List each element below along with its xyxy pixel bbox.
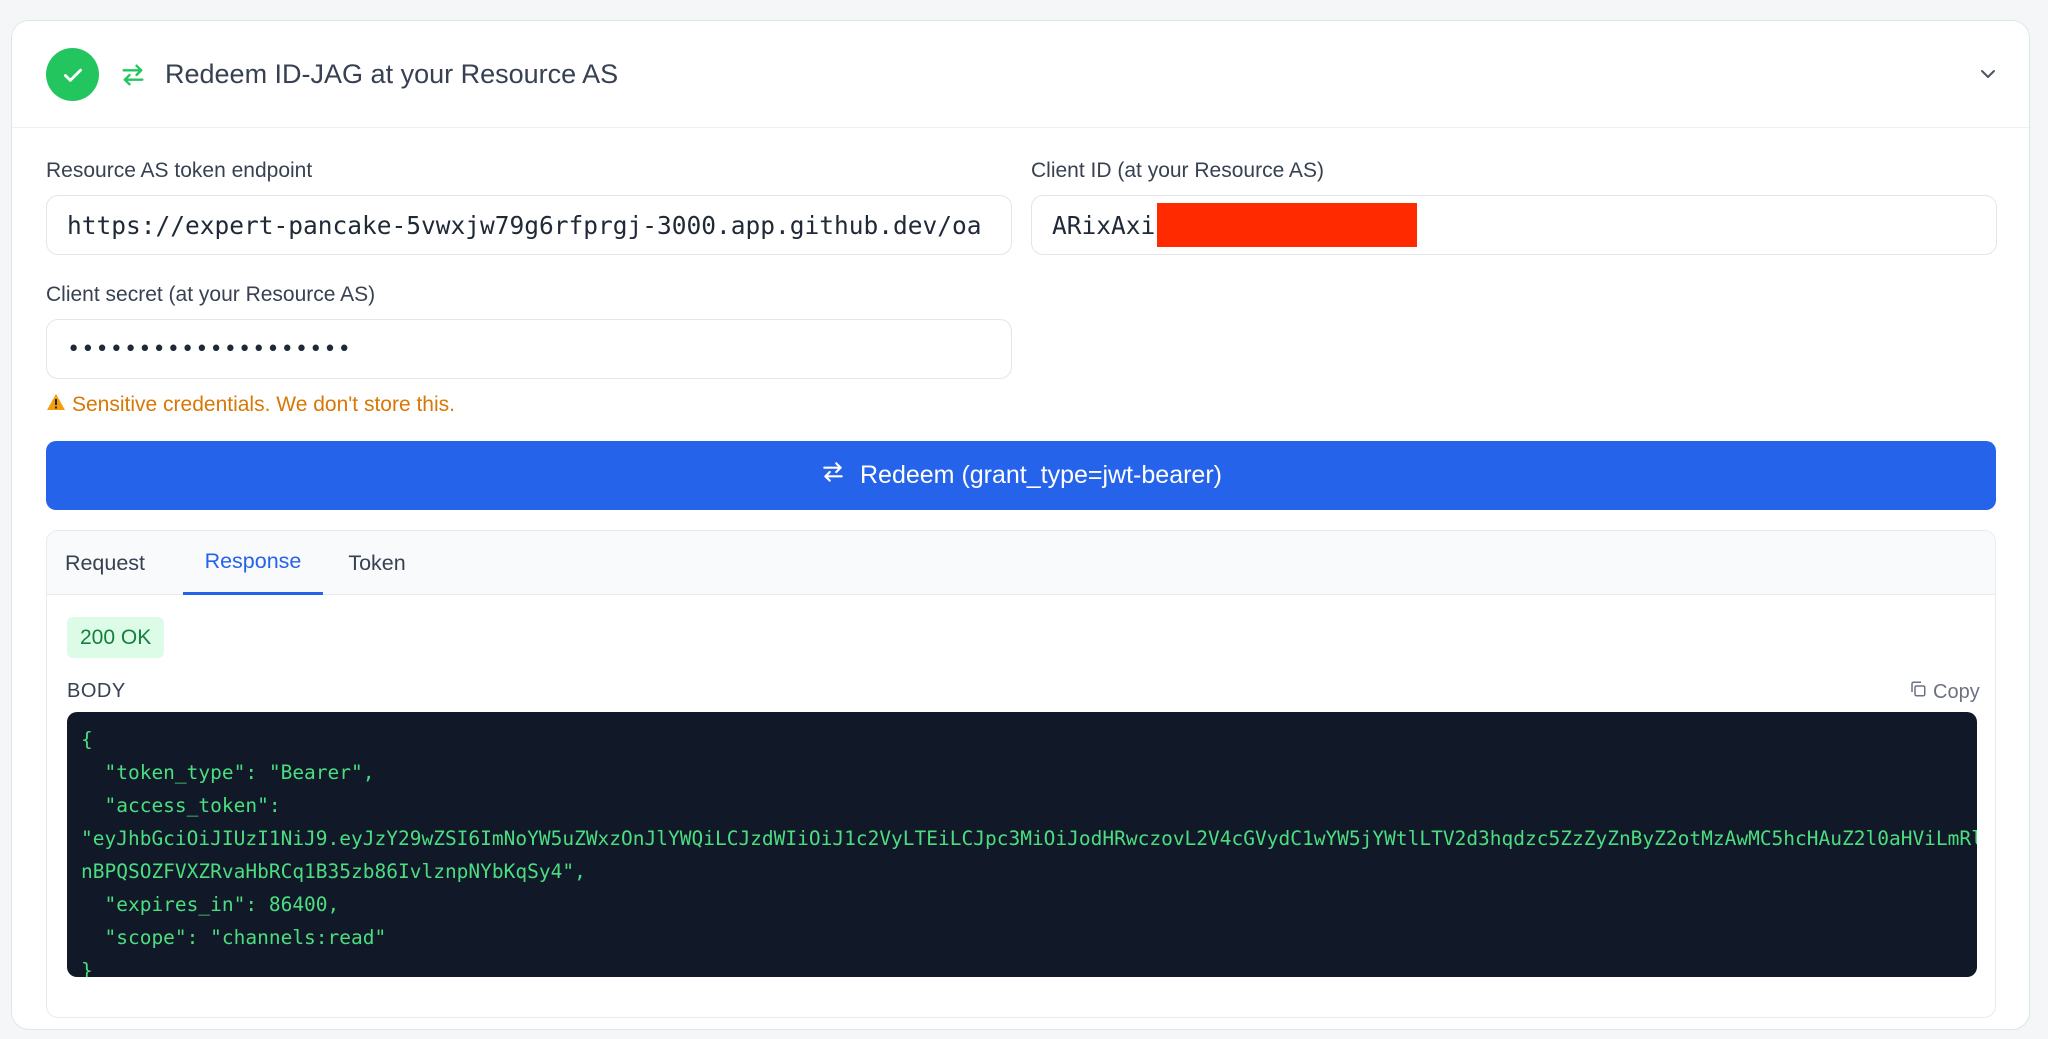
response-panel: Request Response Token 200 OK BODY Copy … [46,530,1996,1018]
code-line: { [81,728,93,751]
swap-arrows-icon [119,61,147,89]
warning-text: Sensitive credentials. We don't store th… [72,393,455,416]
tab-response[interactable]: Response [183,531,323,595]
redeem-step-card: Redeem ID-JAG at your Resource AS Resour… [11,20,2030,1030]
credentials-warning: Sensitive credentials. We don't store th… [46,393,455,417]
redaction-box [1157,203,1418,247]
client-secret-input[interactable]: •••••••••••••••••••• [46,319,1012,379]
redeem-button-label: Redeem (grant_type=jwt-bearer) [860,461,1222,489]
client-id-label: Client ID (at your Resource AS) [1031,159,1324,182]
client-secret-value: •••••••••••••••••••• [67,336,352,362]
card-title: Redeem ID-JAG at your Resource AS [165,59,619,89]
status-badge: 200 OK [67,617,165,658]
body-label: BODY [67,680,126,702]
copy-icon [1909,680,1927,704]
copy-label: Copy [1933,680,1980,703]
warning-icon [46,393,66,417]
code-line: "expires_in": 86400, [81,893,340,916]
client-id-input[interactable]: ARixAxi [1031,195,1997,255]
token-endpoint-value: https://expert-pancake-5vwxjw79g6rfprgj-… [67,210,982,240]
client-id-value: ARixAxi [1052,210,1156,240]
token-endpoint-input[interactable]: https://expert-pancake-5vwxjw79g6rfprgj-… [46,195,1012,255]
chevron-down-icon[interactable] [1976,62,2000,86]
code-line: } [81,959,93,977]
tab-bar: Request Response Token [47,531,1995,595]
check-icon [46,48,99,101]
code-line: "eyJhbGciOiJIUzI1NiJ9.eyJzY29wZSI6ImNoYW… [81,827,1977,850]
code-line: "scope": "channels:read" [81,926,387,949]
tab-request[interactable]: Request [63,531,147,595]
copy-button[interactable]: Copy [1909,680,1980,704]
token-endpoint-label: Resource AS token endpoint [46,159,313,182]
code-line: "token_type": "Bearer", [81,761,375,784]
tab-token[interactable]: Token [341,531,413,595]
client-secret-label: Client secret (at your Resource AS) [46,283,376,306]
swap-arrows-icon [820,459,846,492]
code-line: "access_token": [81,794,281,817]
redeem-button[interactable]: Redeem (grant_type=jwt-bearer) [46,441,1996,510]
code-line: nBPQSOZFVXZRvaHbRCq1B35zb86IvlznpNYbKqSy… [81,860,586,883]
response-body-code[interactable]: { "token_type": "Bearer", "access_token"… [67,712,1977,977]
card-header[interactable]: Redeem ID-JAG at your Resource AS [12,21,2029,128]
